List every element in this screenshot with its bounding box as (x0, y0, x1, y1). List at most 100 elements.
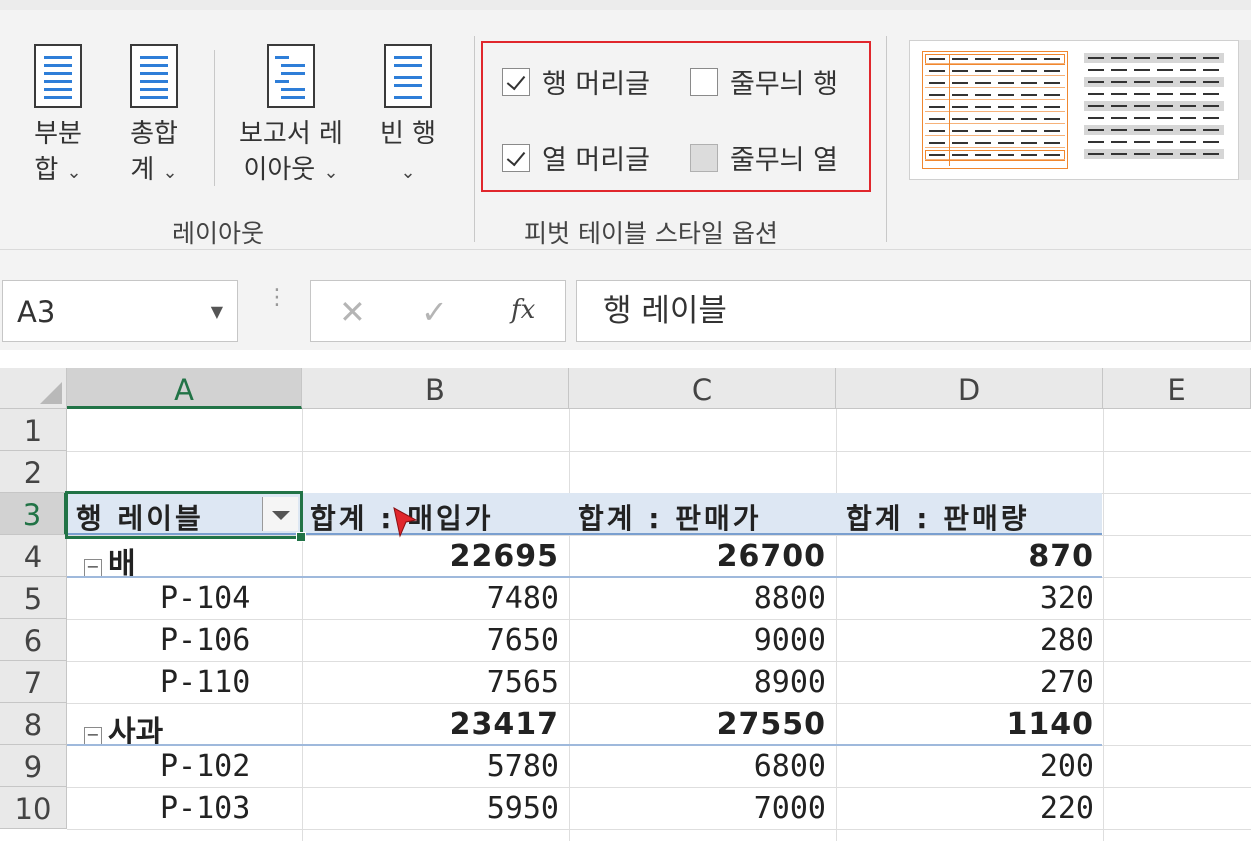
pivot-value-cell[interactable]: 26700 (576, 539, 826, 574)
grand-totals-label-2: 계 (130, 155, 155, 185)
grip-icon[interactable]: ⋮ (266, 287, 288, 309)
row-header[interactable]: 10 (0, 787, 67, 829)
collapse-icon[interactable]: − (84, 559, 102, 577)
pivot-item-label[interactable]: P-110 (160, 665, 250, 700)
row-header[interactable]: 1 (0, 409, 67, 451)
checkbox-unchecked[interactable] (690, 67, 718, 96)
subtotal-line (67, 744, 1102, 746)
subtotals-button[interactable]: 부분 합 ⌄ (20, 44, 96, 191)
layout-group-label: 레이아웃 (172, 219, 265, 248)
row-header[interactable]: 2 (0, 451, 67, 493)
pivot-row-label-text: P-106 (160, 623, 251, 658)
separator (214, 50, 215, 186)
report-layout-label-1: 보고서 레 (239, 119, 343, 149)
pivot-item-label[interactable]: P-102 (160, 749, 250, 784)
column-header-e[interactable]: E (1103, 368, 1251, 409)
name-box-value: A3 (17, 295, 56, 329)
pivot-style-orange[interactable] (922, 51, 1068, 169)
pivot-value-cell[interactable]: 7565 (309, 665, 559, 700)
column-headers-checkbox[interactable]: 열 머리글 (502, 138, 650, 177)
pivot-value-cell[interactable]: 9000 (576, 623, 826, 658)
chevron-down-icon: ⌄ (400, 162, 416, 183)
pivot-value-cell[interactable]: 200 (844, 749, 1094, 784)
ribbon-tab-strip (0, 0, 1251, 10)
row-header[interactable]: 4 (0, 535, 67, 577)
insert-function-button[interactable]: fx (511, 295, 535, 325)
subtotals-icon (34, 44, 82, 110)
separator (886, 36, 887, 242)
sum-quantity-header[interactable]: 합계 : 판매량 (846, 497, 1030, 537)
report-layout-icon (267, 44, 315, 110)
pivot-value-cell[interactable]: 280 (844, 623, 1094, 658)
dropdown-arrow-icon[interactable]: ▼ (211, 281, 223, 343)
row-header[interactable]: 8 (0, 703, 67, 745)
checkbox-checked[interactable] (502, 67, 530, 96)
column-headers-label: 열 머리글 (542, 145, 650, 176)
pivot-value-cell[interactable]: 7480 (309, 581, 559, 616)
blank-rows-label: 빈 행 (379, 119, 437, 149)
pivot-value-cell[interactable]: 270 (844, 665, 1094, 700)
pivot-value-cell[interactable]: 8800 (576, 581, 826, 616)
blank-rows-button[interactable]: 빈 행 ⌄ (370, 44, 446, 191)
subtotals-label-1: 부분 (34, 119, 82, 149)
pivot-item-label[interactable]: P-103 (160, 791, 250, 826)
pivot-row-label-text: P-102 (160, 749, 251, 784)
pivot-value-cell[interactable]: 8900 (576, 665, 826, 700)
banded-rows-label: 줄무늬 행 (730, 69, 838, 100)
grand-totals-button[interactable]: 총합 계 ⌄ (116, 44, 192, 191)
row-headers-label: 행 머리글 (542, 69, 650, 100)
checkbox-checked[interactable] (502, 143, 530, 172)
row-headers-checkbox[interactable]: 행 머리글 (502, 62, 650, 101)
banded-columns-checkbox[interactable]: 줄무늬 열 (690, 138, 838, 177)
collapse-icon[interactable]: − (84, 727, 102, 745)
blank-rows-icon (384, 44, 432, 110)
column-header-c[interactable]: C (569, 368, 836, 409)
sum-sales-header[interactable]: 합계 : 판매가 (578, 497, 762, 537)
pivot-value-cell[interactable]: 7000 (576, 791, 826, 826)
row-header[interactable]: 7 (0, 661, 67, 703)
report-layout-button[interactable]: 보고서 레 이아웃 ⌄ (226, 44, 356, 191)
close-icon[interactable]: ✕ (339, 293, 366, 331)
check-icon[interactable]: ✓ (421, 293, 448, 331)
pivot-value-cell[interactable]: 5950 (309, 791, 559, 826)
checkbox-unchecked[interactable] (690, 143, 718, 172)
column-header-a[interactable]: A (67, 368, 302, 409)
report-layout-label-2: 이아웃 (243, 155, 316, 185)
pivot-item-label[interactable]: P-106 (160, 623, 250, 658)
pivot-value-cell[interactable]: 220 (844, 791, 1094, 826)
pivot-value-cell[interactable]: 7650 (309, 623, 559, 658)
pivot-row-label-text: P-104 (160, 581, 251, 616)
row-header[interactable]: 9 (0, 745, 67, 787)
row-header[interactable]: 5 (0, 577, 67, 619)
select-all-corner[interactable] (0, 368, 67, 409)
pivot-value-cell[interactable]: 22695 (309, 539, 559, 574)
name-box[interactable]: A3 ▼ (2, 280, 238, 342)
row-header[interactable]: 3 (0, 493, 67, 535)
pivot-value-cell[interactable]: 6800 (576, 749, 826, 784)
pivot-row-label-text: P-110 (160, 665, 251, 700)
banded-columns-label: 줄무늬 열 (730, 145, 838, 176)
pivot-row-label-text: P-103 (160, 791, 251, 826)
pivot-value-cell[interactable]: 320 (844, 581, 1094, 616)
row-header[interactable]: 6 (0, 619, 67, 661)
pivot-value-cell[interactable]: 870 (844, 539, 1094, 574)
column-header-b[interactable]: B (302, 368, 569, 409)
pivot-value-cell[interactable]: 5780 (309, 749, 559, 784)
pivot-value-cell[interactable]: 27550 (576, 707, 826, 742)
style-options-group-label: 피벗 테이블 스타일 옵션 (524, 219, 778, 248)
column-header-d[interactable]: D (836, 368, 1103, 409)
separator (474, 36, 475, 242)
pivot-value-cell[interactable]: 1140 (844, 707, 1094, 742)
chevron-down-icon: ⌄ (162, 162, 178, 183)
grand-totals-icon (130, 44, 178, 110)
pivot-value-cell[interactable]: 23417 (309, 707, 559, 742)
subtotal-line (67, 576, 1102, 578)
pivot-style-gray[interactable] (1082, 51, 1228, 169)
grand-totals-label-1: 총합 (130, 119, 178, 149)
formula-input[interactable]: 행 레이블 (576, 280, 1251, 342)
ribbon: 부분 합 ⌄ 총합 계 ⌄ 보고서 레 이아웃 ⌄ 빈 행 ⌄ 레이아웃 행 머… (0, 0, 1251, 250)
banded-rows-checkbox[interactable]: 줄무늬 행 (690, 62, 838, 101)
pivot-item-label[interactable]: P-104 (160, 581, 250, 616)
gallery-scrollbar[interactable] (1238, 40, 1251, 180)
formula-buttons: ✕ ✓ fx (310, 280, 566, 342)
